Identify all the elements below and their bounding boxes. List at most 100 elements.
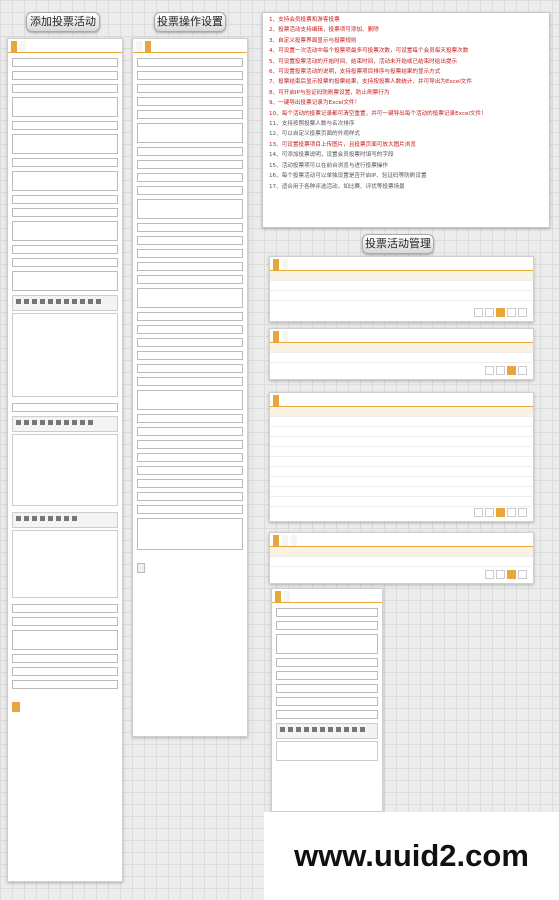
tab-result[interactable]: ​ (273, 535, 279, 546)
settings-textarea[interactable] (137, 199, 243, 219)
form-field[interactable] (12, 667, 118, 676)
editor-toolbar[interactable] (276, 723, 378, 739)
settings-field[interactable] (137, 338, 243, 347)
settings-field[interactable] (137, 58, 243, 67)
settings-field[interactable] (137, 236, 243, 245)
settings-field[interactable] (137, 223, 243, 232)
tab-settings-a[interactable]: ​ (136, 41, 142, 52)
settings-textarea[interactable] (137, 123, 243, 143)
form-field[interactable] (12, 58, 118, 67)
tab-list[interactable]: ​ (273, 259, 279, 270)
form-field[interactable] (12, 71, 118, 80)
settings-field[interactable] (137, 453, 243, 462)
settings-field[interactable] (137, 71, 243, 80)
settings-field[interactable] (137, 427, 243, 436)
table-row[interactable] (270, 417, 533, 427)
option-field[interactable] (276, 710, 378, 719)
form-field[interactable] (12, 258, 118, 267)
option-field[interactable] (276, 608, 378, 617)
settings-field[interactable] (137, 84, 243, 93)
pagination[interactable] (485, 366, 527, 375)
form-textarea[interactable] (12, 134, 118, 154)
tab-records[interactable]: ​ (273, 395, 279, 406)
settings-field[interactable] (137, 505, 243, 514)
form-field[interactable] (12, 604, 118, 613)
rich-editor[interactable] (276, 741, 378, 761)
form-field[interactable] (12, 208, 118, 217)
rich-editor[interactable] (12, 434, 118, 506)
settings-field[interactable] (137, 479, 243, 488)
settings-field[interactable] (137, 466, 243, 475)
form-field[interactable] (12, 617, 118, 626)
tab-result-3[interactable]: ​ (291, 535, 297, 546)
table-row[interactable] (270, 557, 533, 567)
table-row[interactable] (270, 281, 533, 291)
table-row[interactable] (270, 353, 533, 363)
form-field[interactable] (12, 654, 118, 663)
option-field[interactable] (276, 671, 378, 680)
settings-textarea-large[interactable] (137, 518, 243, 550)
form-field[interactable] (12, 403, 118, 412)
form-textarea[interactable] (12, 97, 118, 117)
option-field[interactable] (276, 621, 378, 630)
tab-options[interactable]: ​ (273, 331, 279, 342)
table-row[interactable] (270, 467, 533, 477)
table-row[interactable] (270, 497, 533, 507)
table-row[interactable] (270, 447, 533, 457)
rich-editor[interactable] (12, 313, 118, 397)
form-field[interactable] (12, 84, 118, 93)
option-textarea[interactable] (276, 634, 378, 654)
settings-field[interactable] (137, 160, 243, 169)
settings-field[interactable] (137, 492, 243, 501)
form-field[interactable] (12, 680, 118, 689)
tab-add[interactable]: ​ (282, 259, 288, 270)
settings-field[interactable] (137, 262, 243, 271)
settings-field[interactable] (137, 325, 243, 334)
rich-editor[interactable] (12, 530, 118, 598)
settings-field[interactable] (137, 364, 243, 373)
form-field[interactable] (12, 158, 118, 167)
editor-toolbar[interactable] (12, 512, 118, 528)
settings-textarea[interactable] (137, 288, 243, 308)
pagination[interactable] (474, 508, 527, 517)
tab-settings-b[interactable]: ​ (145, 41, 151, 52)
table-row[interactable] (270, 291, 533, 301)
settings-field[interactable] (137, 414, 243, 423)
option-field[interactable] (276, 658, 378, 667)
pagination[interactable] (474, 308, 527, 317)
tab-option[interactable]: ​ (20, 41, 26, 52)
settings-field[interactable] (137, 312, 243, 321)
form-textarea[interactable] (12, 271, 118, 291)
settings-field[interactable] (137, 110, 243, 119)
table-row[interactable] (270, 437, 533, 447)
option-field[interactable] (276, 684, 378, 693)
form-field[interactable] (12, 195, 118, 204)
tab-option-basic[interactable]: ​ (275, 591, 281, 602)
table-row[interactable] (270, 457, 533, 467)
editor-toolbar[interactable] (12, 416, 118, 432)
form-textarea[interactable] (12, 221, 118, 241)
form-field[interactable] (12, 245, 118, 254)
table-row[interactable] (270, 487, 533, 497)
settings-field[interactable] (137, 377, 243, 386)
settings-textarea[interactable] (137, 390, 243, 410)
settings-field[interactable] (137, 173, 243, 182)
tab-basic[interactable]: ​ (11, 41, 17, 52)
pagination[interactable] (485, 570, 527, 579)
editor-toolbar[interactable] (12, 295, 118, 311)
form-textarea[interactable] (12, 630, 118, 650)
form-field[interactable] (12, 121, 118, 130)
settings-field[interactable] (137, 275, 243, 284)
table-row[interactable] (270, 427, 533, 437)
tab-option-extra[interactable]: ​ (284, 591, 290, 602)
settings-field[interactable] (137, 249, 243, 258)
submit-button[interactable]: ​ (12, 702, 20, 712)
tab-add-option[interactable]: ​ (282, 331, 288, 342)
form-textarea[interactable] (12, 171, 118, 191)
save-button[interactable]: ​ (137, 563, 145, 573)
settings-field[interactable] (137, 186, 243, 195)
settings-field[interactable] (137, 351, 243, 360)
option-field[interactable] (276, 697, 378, 706)
settings-field[interactable] (137, 440, 243, 449)
settings-field[interactable] (137, 97, 243, 106)
